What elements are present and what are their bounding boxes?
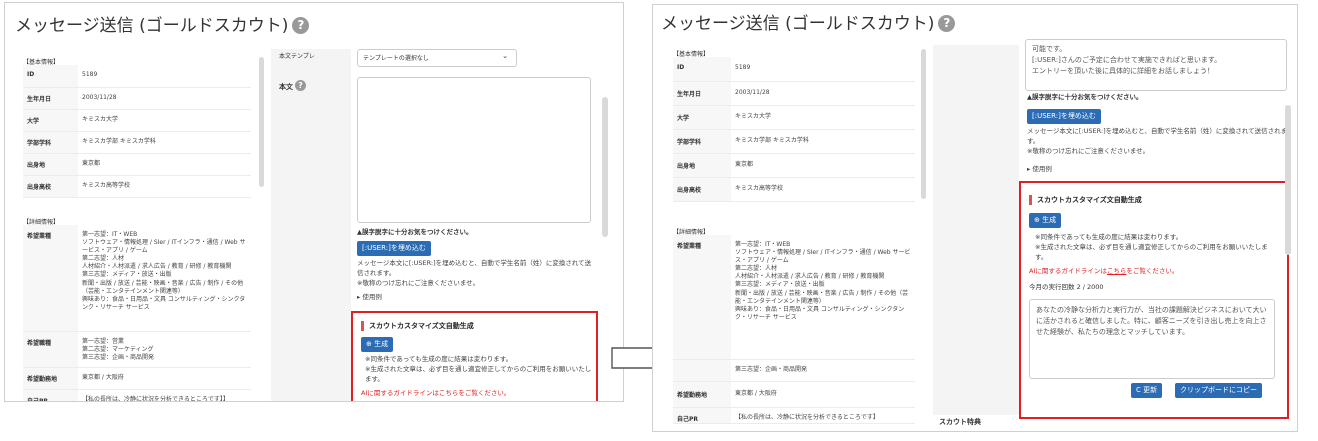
chevron-down-icon: ⌄ (502, 52, 508, 60)
row-key: 自己PR (23, 389, 78, 401)
generate-button[interactable]: ⊕ 生成 (361, 337, 394, 352)
row-value: キミスカ学部 キミスカ学科 (78, 131, 251, 154)
row-key: 学部学科 (673, 129, 731, 154)
row-key: 出身高校 (23, 175, 78, 198)
embed-note: メッセージ本文に[:USER:]を埋め込むと、自動で学生名前（姓）に変換されて送… (357, 259, 592, 287)
basic-info-table: ID 5189 生年月日 2003/11/28 大学 キミスカ大学 学部学科 キミスカ学… (673, 57, 915, 202)
embed-note: メッセージ本文に[:USER:]を埋め込むと、自動で学生名前（姓）に変換されて送… (1027, 127, 1288, 155)
generate-note: ※同条件であっても生成の度に結果は変わります。 ※生成された文章は、必ず目を通し… (365, 355, 592, 383)
row-key: 希望勤務地 (23, 367, 78, 390)
form-scrollbar[interactable] (602, 97, 608, 237)
row-key: 学部学科 (23, 131, 78, 154)
row-value: 東京都 (731, 153, 915, 178)
help-icon[interactable]: ? (292, 17, 310, 34)
body-textarea[interactable]: 可能です。 [:USER:]さんのご予定に合わせて実施できればと思います。 エン… (1025, 39, 1287, 91)
row-value: 【私の長所は、冷静に状況を分析できるところです】 (731, 407, 915, 424)
row-value: 5189 (78, 65, 251, 88)
form-label-column (933, 45, 1019, 415)
row-key: 希望勤務地 (673, 381, 731, 408)
left-panel-scrollbar[interactable] (921, 49, 926, 199)
form-label-column (271, 49, 351, 401)
row-value: 第一志望：IT・WEB ソフトウェア・情報処理 / SIer / ITインフラ・… (78, 225, 251, 332)
row-value: 5189 (731, 57, 915, 82)
embed-user-button[interactable]: [:USER:]を埋め込む (1027, 109, 1101, 124)
row-value: 東京都 / 大阪府 (731, 381, 915, 408)
ai-guideline-text: AIに関するガイドラインはこちらをご覧ください。 (1029, 267, 1179, 275)
row-key: 出身地 (23, 153, 78, 176)
detail-info-table: 希望業種 第一志望：IT・WEB ソフトウェア・情報処理 / SIer / ITイ… (23, 225, 251, 401)
template-label: 本文テンプレ (279, 53, 315, 60)
row-value: 第一志望：IT・WEB ソフトウェア・情報処理 / SIer / ITインフラ・… (731, 235, 915, 360)
ai-section-header: スカウトカスタマイズ文自動生成 (1029, 195, 1142, 205)
row-key: 大学 (23, 109, 78, 132)
refresh-button[interactable]: C 更新 (1131, 383, 1163, 398)
row-value: 第三志望：企画・商品開発 (731, 359, 915, 382)
usage-example-toggle[interactable]: ▸ 使用例 (357, 293, 382, 303)
row-value: キミスカ大学 (731, 105, 915, 130)
page-title: メッセージ送信 (ゴールドスカウト)? (661, 9, 956, 34)
row-key: ID (673, 57, 731, 82)
row-key: 希望業種 (23, 225, 78, 332)
row-value: キミスカ高等学校 (731, 177, 915, 202)
copy-to-clipboard-button[interactable]: クリップボードにコピー (1175, 383, 1262, 398)
row-key: 出身地 (673, 153, 731, 178)
row-value: キミスカ学部 キミスカ学科 (731, 129, 915, 154)
help-icon[interactable]: ? (295, 80, 306, 91)
row-value: 第一志望：営業 第二志望：マーケティング 第三志望：企画・商品開発 (78, 331, 251, 368)
generate-button[interactable]: ⊕ 生成 (1029, 213, 1062, 228)
body-label: 本文? (279, 80, 306, 92)
basic-info-table: ID 5189 生年月日 2003/11/28 大学 キミスカ大学 学部学科 キミスカ学… (23, 65, 251, 198)
page-title: メッセージ送信 (ゴールドスカウト)? (15, 11, 310, 36)
row-value: キミスカ大学 (78, 109, 251, 132)
ai-section-header: スカウトカスタマイズ文自動生成 (361, 321, 474, 331)
row-key: ID (23, 65, 78, 88)
generated-text-area[interactable]: あなたの冷静な分析力と実行力が、当社の課題解決ビジネスにおいて大いに活かされると… (1029, 299, 1275, 379)
usage-example-toggle[interactable]: ▸ 使用例 (1027, 165, 1052, 175)
row-key: 希望職種 (23, 331, 78, 368)
row-key: 大学 (673, 105, 731, 130)
typo-warning: ▲誤字脱字に十分お気をつけください。 (357, 228, 473, 236)
row-key: 生年月日 (23, 87, 78, 110)
row-value: 東京都 (78, 153, 251, 176)
template-select[interactable]: テンプレートの選択なし ⌄ (357, 49, 517, 67)
form-scrollbar[interactable] (1285, 105, 1291, 255)
detail-info-table: 希望業種 第一志望：IT・WEB ソフトウェア・情報処理 / SIer / ITイ… (673, 235, 915, 424)
before-screenshot: メッセージ送信 (ゴールドスカウト)? 【基本情報】 ID 5189 生年月日 20… (4, 2, 624, 402)
generate-note: ※同条件であっても生成の度に結果は変わります。 ※生成された文章は、必ず目を通し… (1035, 233, 1268, 261)
row-key: 生年月日 (673, 81, 731, 106)
row-key: 出身高校 (673, 177, 731, 202)
body-textarea[interactable] (357, 77, 591, 223)
row-key: 自己PR (673, 407, 731, 424)
help-icon[interactable]: ? (938, 15, 956, 32)
row-key (673, 359, 731, 382)
monthly-usage-count: 今月の実行回数 2 / 2000 (1029, 283, 1104, 291)
row-value: 2003/11/28 (731, 81, 915, 106)
ai-guideline-link[interactable]: AIに関するガイドラインはこちらをご覧ください。 (361, 389, 510, 399)
embed-user-button[interactable]: [:USER:]を埋め込む (357, 241, 431, 256)
row-value: 東京都 / 大阪府 (78, 367, 251, 390)
row-value: キミスカ高等学校 (78, 175, 251, 198)
row-key: 希望業種 (673, 235, 731, 360)
row-value: 【私の長所は、冷静に状況を分析できるところです】】 (78, 389, 251, 401)
guideline-link[interactable]: こちら (1107, 267, 1127, 275)
row-value: 2003/11/28 (78, 87, 251, 110)
left-panel-scrollbar[interactable] (259, 57, 264, 187)
scout-perk-label: スカウト特典 (939, 418, 981, 426)
after-screenshot: メッセージ送信 (ゴールドスカウト)? 【基本情報】 ID 5189 生年月日 20… (652, 4, 1298, 432)
typo-warning: ▲誤字脱字に十分お気をつけください。 (1027, 93, 1143, 101)
